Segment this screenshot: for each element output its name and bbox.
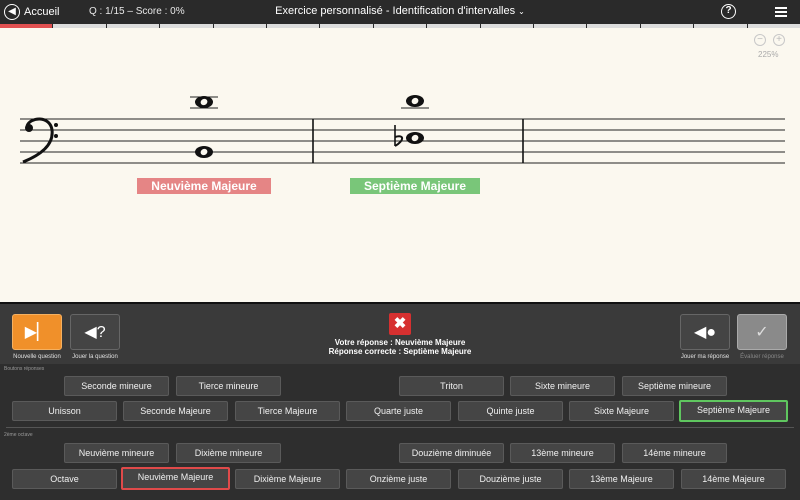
evaluate-answer-button[interactable]: ✓ <box>737 314 787 350</box>
flat-icon <box>394 125 404 147</box>
answer-button[interactable]: Dixième mineure <box>176 443 281 463</box>
answer-button-selected-wrong[interactable]: Neuvième Majeure <box>121 467 230 490</box>
answer-button[interactable]: Septième mineure <box>622 376 727 396</box>
measure-2-correct-label: Septième Majeure <box>350 178 480 194</box>
play-my-answer-button[interactable]: ◀● <box>680 314 730 350</box>
answers-section-label: Boutons réponses <box>4 366 45 372</box>
control-bar: ▶▏ Nouvelle question ◀? Jouer la questio… <box>0 302 800 364</box>
answer-button[interactable]: 13ème Majeure <box>569 469 674 489</box>
staff-lines <box>20 118 785 164</box>
answer-button[interactable]: Quarte juste <box>346 401 451 421</box>
help-icon[interactable]: ? <box>721 4 736 19</box>
answer-button[interactable]: Quinte juste <box>458 401 563 421</box>
answer-button[interactable]: 14ème mineure <box>622 443 727 463</box>
answer-button[interactable]: Seconde mineure <box>64 376 169 396</box>
checkmark-icon: ✓ <box>755 324 769 341</box>
answer-button[interactable]: Unisson <box>12 401 117 421</box>
chevron-down-icon: ⌄ <box>518 7 525 16</box>
answer-button[interactable]: Neuvième mineure <box>64 443 169 463</box>
exercise-title: Exercice personnalisé - Identification d… <box>275 5 516 17</box>
evaluate-answer-label: Évaluer réponse <box>740 354 784 360</box>
answer-button[interactable]: Onzième juste <box>346 469 451 489</box>
wrong-answer-icon: ✖ <box>389 313 411 335</box>
answer-button[interactable]: Octave <box>12 469 117 489</box>
answer-button[interactable]: Sixte mineure <box>510 376 615 396</box>
answer-button[interactable]: Seconde Majeure <box>123 401 228 421</box>
music-staff <box>20 95 785 164</box>
answer-button[interactable]: Sixte Majeure <box>569 401 674 421</box>
answer-button[interactable]: Tierce Majeure <box>235 401 340 421</box>
measure-1-answer-label: Neuvième Majeure <box>137 178 271 194</box>
top-bar: ◀ Accueil Q : 1/15 – Score : 0% Exercice… <box>0 0 800 24</box>
answer-button[interactable]: 13ème mineure <box>510 443 615 463</box>
answer-button[interactable]: Douzième juste <box>458 469 563 489</box>
answer-panel: Boutons réponses Seconde mineure Tierce … <box>0 364 800 500</box>
answer-button-correct[interactable]: Septième Majeure <box>679 400 788 422</box>
speaker-user-icon: ◀● <box>694 324 716 341</box>
second-octave-section-label: 2ème octave <box>4 432 33 438</box>
section-divider <box>6 427 794 428</box>
measure-2-notes <box>394 95 429 147</box>
answer-button[interactable]: 14ème Majeure <box>681 469 786 489</box>
app: ◀ Accueil Q : 1/15 – Score : 0% Exercice… <box>0 0 800 500</box>
answer-button[interactable]: Douzième diminuée <box>399 443 504 463</box>
bass-clef-icon <box>22 117 58 164</box>
answer-button[interactable]: Dixième Majeure <box>235 469 340 489</box>
answer-button[interactable]: Tierce mineure <box>176 376 281 396</box>
exercise-title-dropdown[interactable]: Exercice personnalisé - Identification d… <box>0 5 800 17</box>
score-area: − + 225% Neuvième Majeure Septième Majeu… <box>0 28 800 302</box>
answer-button[interactable]: Triton <box>399 376 504 396</box>
hamburger-menu-icon[interactable] <box>775 7 787 17</box>
measure-1-notes <box>190 96 218 158</box>
